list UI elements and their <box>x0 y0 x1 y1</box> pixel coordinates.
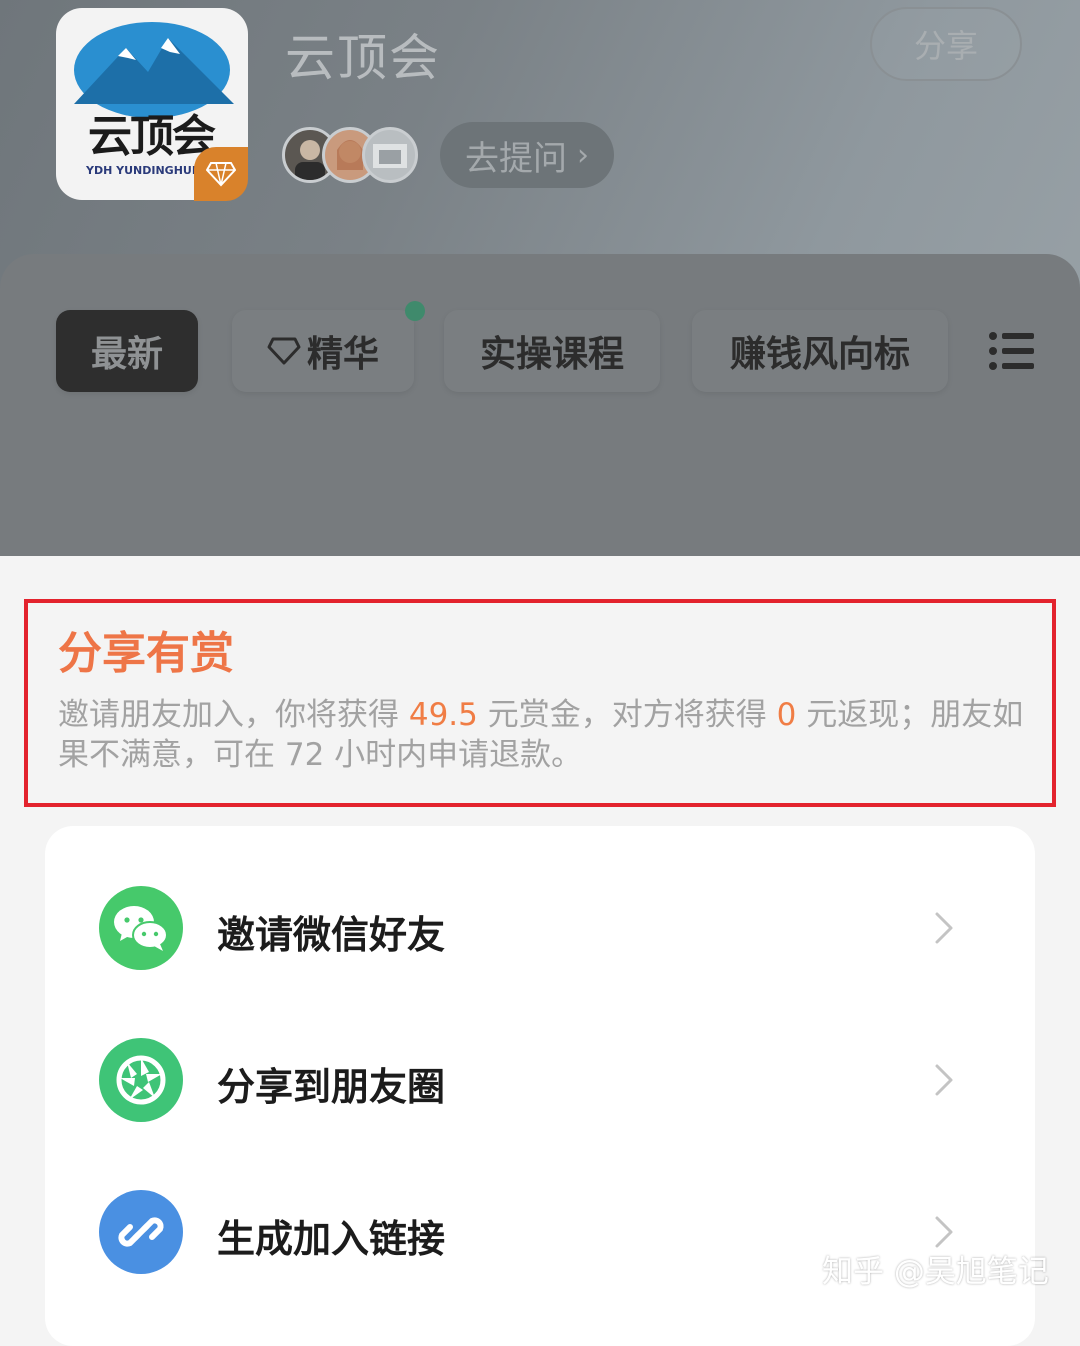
group-header: 云顶会 YDH YUNDINGHUI 云顶会 分享 去提问 › 最新 精华 实操… <box>0 0 1080 556</box>
earn-amount: 49.5 <box>408 697 478 733</box>
avatar <box>362 127 418 183</box>
tab-latest[interactable]: 最新 <box>56 310 198 392</box>
link-icon <box>99 1190 183 1274</box>
tab-label: 赚钱风向标 <box>729 334 910 375</box>
list-menu-icon[interactable] <box>988 330 1036 372</box>
reward-title: 分享有赏 <box>58 628 234 679</box>
wechat-icon <box>99 886 183 970</box>
chevron-right-icon <box>935 912 953 944</box>
zhihu-watermark: 知乎 @吴旭笔记 <box>822 1254 1049 1290</box>
diamond-badge <box>194 147 248 201</box>
reward-text: 元赏金，对方将获得 <box>477 697 777 733</box>
chevron-right-icon: › <box>577 137 589 173</box>
row-label: 生成加入链接 <box>217 1217 446 1261</box>
invite-wechat-friend-row[interactable]: 邀请微信好友 <box>45 854 1035 1004</box>
tab-featured[interactable]: 精华 <box>232 310 414 392</box>
tab-label: 最新 <box>90 334 163 375</box>
tab-label: 精华 <box>306 334 379 375</box>
share-to-moments-row[interactable]: 分享到朋友圈 <box>45 1006 1035 1156</box>
friend-amount: 0 <box>776 697 797 733</box>
share-button[interactable]: 分享 <box>870 7 1022 81</box>
chevron-right-icon <box>935 1216 953 1248</box>
diamond-icon <box>206 162 236 187</box>
row-label: 邀请微信好友 <box>217 913 446 957</box>
row-label: 分享到朋友圈 <box>217 1065 446 1109</box>
tab-trends[interactable]: 赚钱风向标 <box>692 310 948 392</box>
ask-question-button[interactable]: 去提问 › <box>440 122 614 188</box>
moments-icon <box>99 1038 183 1122</box>
chevron-right-icon <box>935 1064 953 1096</box>
ask-label: 去提问 <box>465 138 567 179</box>
logo-subtext: YDH YUNDINGHUI <box>86 164 196 177</box>
group-name: 云顶会 <box>285 29 441 87</box>
new-indicator-dot <box>405 301 425 321</box>
tab-courses[interactable]: 实操课程 <box>444 310 660 392</box>
share-reward-section: 分享有赏 邀请朋友加入，你将获得 49.5 元赏金，对方将获得 0 元返现；朋友… <box>24 599 1056 807</box>
reward-text: 邀请朋友加入，你将获得 <box>58 697 409 733</box>
tab-label: 实操课程 <box>479 334 624 375</box>
member-avatars[interactable] <box>282 127 422 183</box>
reward-description: 邀请朋友加入，你将获得 49.5 元赏金，对方将获得 0 元返现；朋友如果不满意… <box>58 695 1033 775</box>
tabs-panel: 最新 精华 实操课程 赚钱风向标 <box>0 254 1080 556</box>
diamond-icon <box>267 336 301 366</box>
